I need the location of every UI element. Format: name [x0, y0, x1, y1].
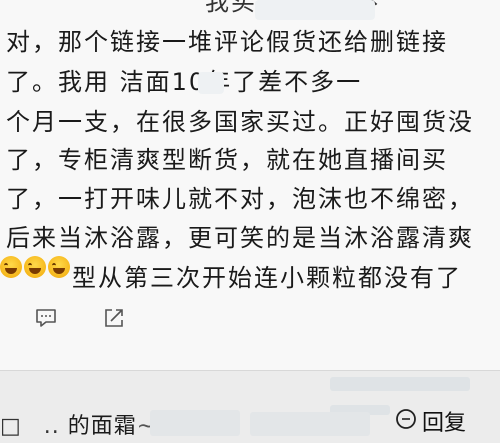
reply-label: 回复 — [422, 411, 467, 436]
emoji-row — [0, 256, 70, 278]
action-bar — [34, 307, 126, 329]
comment-line-6: 后来当沐浴露，更可笑的是当沐浴露清爽 — [6, 224, 474, 252]
comment-card: 我买鞋 洁面 不 对，那个链接一堆评论假货还给删链接 了。我用 洁面10年了差不… — [0, 0, 500, 370]
laughing-emoji-icon — [24, 256, 46, 278]
comment-line-3: 个月一支，在很多国家买过。正好囤货没 — [6, 108, 474, 136]
comment-line-1: 对，那个链接一堆评论假货还给删链接 — [6, 28, 448, 56]
comment-line-5: 了，一打开味儿就不对，泡沫也不绵密， — [6, 185, 474, 213]
reply-preview: □.. 的面霜~ — [0, 414, 157, 439]
comment-line-4: 了，专柜清爽型断货，就在她直播间买 — [6, 146, 448, 174]
reply-bubble-icon — [394, 407, 418, 435]
blurred-region — [150, 410, 240, 436]
comment-line-7: 型从第三次开始连小颗粒都没有了 — [72, 264, 462, 292]
comment-line-2: 了。我用 洁面10年了差不多一 — [6, 68, 363, 96]
comment-icon[interactable] — [34, 307, 58, 329]
blurred-region — [330, 377, 470, 391]
reply-button[interactable]: 回复 — [394, 405, 466, 437]
share-icon[interactable] — [102, 307, 126, 329]
blurred-region — [250, 412, 370, 436]
laughing-emoji-icon — [48, 256, 70, 278]
blurred-region — [255, 0, 375, 20]
laughing-emoji-icon — [0, 256, 22, 278]
reply-preview-text: 的面霜 — [67, 414, 137, 439]
blurred-brand — [198, 72, 224, 94]
